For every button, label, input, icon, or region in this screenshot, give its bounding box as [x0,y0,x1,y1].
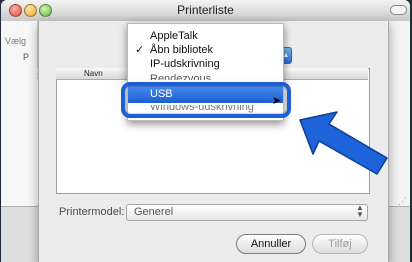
menu-item-rendezvous[interactable]: Rendezvous [128,72,283,80]
printer-model-value: Generel [134,206,174,218]
background-label: Vælg [5,36,27,46]
add-button[interactable]: Tilføj [312,234,368,254]
background-column-label: P [23,52,30,62]
checkmark-icon: ✓ [135,44,145,56]
highlight-ring [121,82,291,118]
cancel-button[interactable]: Annuller [236,234,306,254]
pointer-arrow-icon [299,111,388,175]
minimize-window-icon[interactable] [24,4,37,17]
close-window-icon[interactable] [9,4,22,17]
select-arrows-icon: ▲ ▼ [356,203,364,219]
toolbar-toggle-button[interactable] [390,5,407,15]
zoom-window-icon[interactable] [39,4,52,17]
menu-item-appletalk[interactable]: AppleTalk [128,29,283,43]
menu-item-label: Åbn bibliotek [150,44,213,56]
menu-item-open-directory[interactable]: ✓ Åbn bibliotek [128,43,283,57]
menu-item-label: AppleTalk [150,30,198,42]
background-sidebar [1,21,38,206]
window-title: Printerliste [177,3,234,17]
menu-item-label: IP-udskrivning [150,58,220,70]
resize-grip-icon[interactable]: ⋰ [398,196,407,207]
menu-item-ip-printing[interactable]: IP-udskrivning [128,57,283,71]
background-right-pane [388,21,410,206]
printer-model-label: Printermodel: [59,206,125,218]
menu-item-label: Rendezvous [150,73,212,80]
column-header-name[interactable]: Navn [84,68,103,79]
